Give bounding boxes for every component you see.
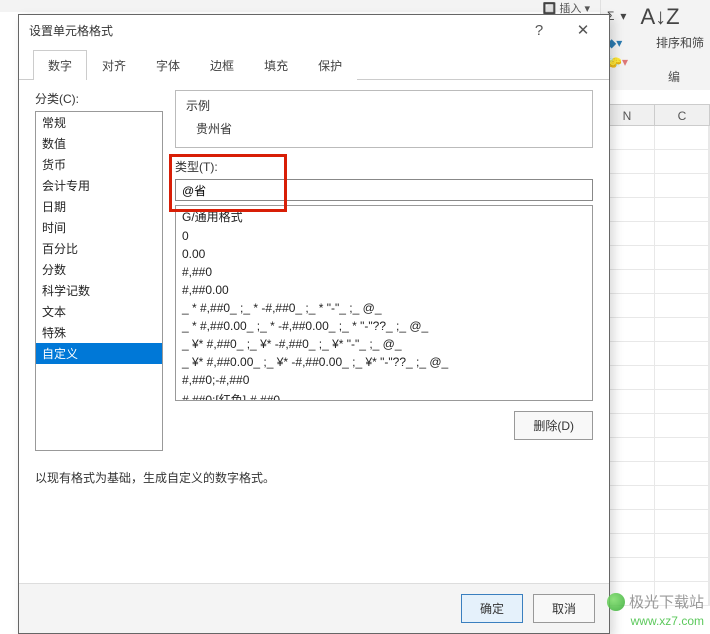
category-item[interactable]: 分数 [36,259,162,280]
help-button[interactable]: ? [517,16,561,44]
format-item[interactable]: _ ¥* #,##0_ ;_ ¥* -#,##0_ ;_ ¥* "-"_ ;_ … [176,335,592,353]
autosum-dropdown-icon[interactable]: ▾ [620,9,626,23]
format-item[interactable]: _ ¥* #,##0.00_ ;_ ¥* -#,##0.00_ ;_ ¥* "-… [176,353,592,371]
tab-protection[interactable]: 保护 [303,50,357,80]
category-item[interactable]: 日期 [36,196,162,217]
close-button[interactable]: ✕ [561,16,605,44]
category-item[interactable]: 文本 [36,301,162,322]
type-input[interactable] [175,179,593,201]
sample-value: 贵州省 [186,120,582,137]
clear-icon[interactable]: 🧽▾ [607,55,628,69]
category-item[interactable]: 货币 [36,154,162,175]
format-item[interactable]: 0 [176,227,592,245]
sort-filter-icon: A↓Z [640,4,679,30]
dialog-tabs: 数字 对齐 字体 边框 填充 保护 [19,45,609,80]
dialog-footer: 确定 取消 [19,583,609,633]
format-item[interactable]: #,##0;[红色]-#,##0 [176,389,592,401]
category-item[interactable]: 特殊 [36,322,162,343]
tab-font[interactable]: 字体 [141,50,195,80]
sample-box: 示例 贵州省 [175,90,593,148]
format-item[interactable]: 0.00 [176,245,592,263]
category-item[interactable]: 常规 [36,112,162,133]
column-headers[interactable]: N C [600,104,710,126]
format-cells-dialog: 设置单元格格式 ? ✕ 数字 对齐 字体 边框 填充 保护 分类(C): 常规数… [18,14,610,634]
format-item[interactable]: _ * #,##0.00_ ;_ * -#,##0.00_ ;_ * "-"??… [176,317,592,335]
sample-label: 示例 [186,97,582,114]
spreadsheet-grid[interactable]: N C [600,90,710,634]
ribbon-edit-group-label: 编 [668,68,680,85]
format-item[interactable]: _ * #,##0_ ;_ * -#,##0_ ;_ * "-"_ ;_ @_ [176,299,592,317]
category-item[interactable]: 会计专用 [36,175,162,196]
dialog-content: 分类(C): 常规数值货币会计专用日期时间百分比分数科学记数文本特殊自定义 示例… [19,80,609,583]
format-item[interactable]: #,##0.00 [176,281,592,299]
category-item[interactable]: 科学记数 [36,280,162,301]
category-item[interactable]: 百分比 [36,238,162,259]
ribbon-right-panel: Σ ▾ A↓Z ◆▾ 排序和筛 🧽▾ [600,0,710,90]
tab-fill[interactable]: 填充 [249,50,303,80]
sort-filter-button[interactable]: A↓Z [640,4,679,30]
tab-number[interactable]: 数字 [33,50,87,80]
category-item[interactable]: 数值 [36,133,162,154]
ok-button[interactable]: 确定 [461,594,523,623]
dialog-title: 设置单元格格式 [29,22,517,39]
col-header-c: C [655,105,710,125]
cells-area[interactable] [600,126,710,606]
tab-alignment[interactable]: 对齐 [87,50,141,80]
category-listbox[interactable]: 常规数值货币会计专用日期时间百分比分数科学记数文本特殊自定义 [35,111,163,451]
sort-filter-label: 排序和筛 [656,34,704,51]
format-item[interactable]: #,##0 [176,263,592,281]
dialog-titlebar: 设置单元格格式 ? ✕ [19,15,609,45]
format-item[interactable]: G/通用格式 [176,206,592,227]
category-item[interactable]: 时间 [36,217,162,238]
tab-border[interactable]: 边框 [195,50,249,80]
type-label: 类型(T): [175,158,593,175]
format-listbox[interactable]: G/通用格式00.00#,##0#,##0.00_ * #,##0_ ;_ * … [175,205,593,401]
delete-button[interactable]: 删除(D) [514,411,593,440]
ribbon-insert-label: 🔲 插入 ▾ [543,0,590,14]
cancel-button[interactable]: 取消 [533,594,595,623]
hint-text: 以现有格式为基础，生成自定义的数字格式。 [35,469,593,486]
format-item[interactable]: #,##0;-#,##0 [176,371,592,389]
ribbon-fragment [0,0,600,12]
category-item[interactable]: 自定义 [36,343,162,364]
category-label: 分类(C): [35,90,163,107]
